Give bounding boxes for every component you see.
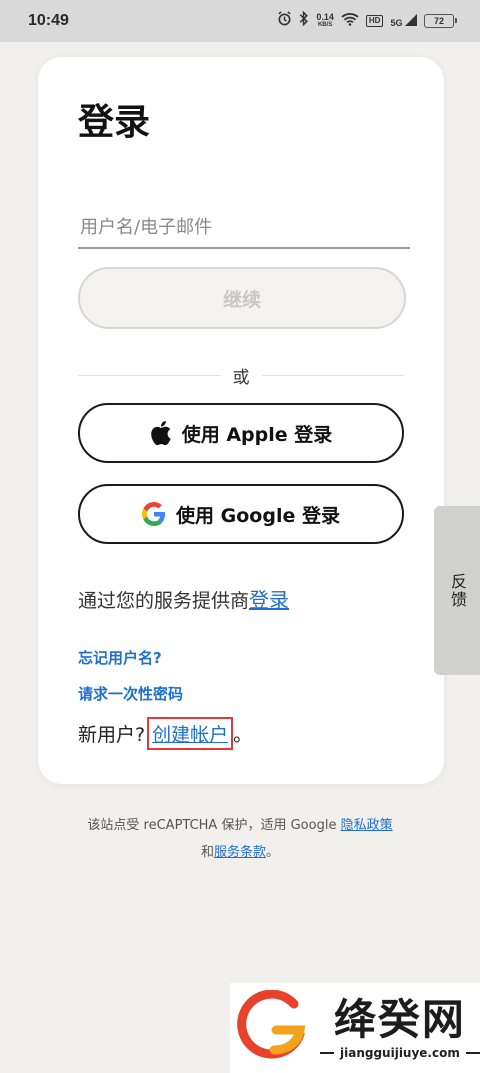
recaptcha-line-1: 该站点受 reCAPTCHA 保护，适用 Google 隐私政策 — [0, 812, 480, 839]
watermark-bar-left — [320, 1052, 334, 1054]
alarm-icon — [277, 11, 292, 31]
recaptcha-period: 。 — [266, 845, 280, 860]
recaptcha-text: 该站点受 reCAPTCHA 保护，适用 Google — [87, 818, 341, 833]
create-account-link[interactable]: 创建帐户 — [152, 724, 228, 746]
new-user-suffix: 。 — [233, 724, 253, 746]
divider-line-right — [261, 374, 404, 376]
new-user-text: 新用户? — [78, 724, 146, 746]
apple-signin-button[interactable]: 使用 Apple 登录 — [78, 403, 404, 463]
continue-button[interactable]: 继续 — [78, 267, 406, 329]
privacy-policy-link[interactable]: 隐私政策 — [341, 818, 393, 833]
apple-icon — [150, 420, 172, 446]
signal-label: 5G — [390, 18, 403, 28]
hd-icon: HD — [365, 15, 384, 27]
feedback-label: 反馈 — [448, 572, 467, 609]
page-title: 登录 — [78, 102, 151, 143]
status-bar: 10:49 0.14 KB/S HD 5G 72 — [0, 0, 480, 42]
new-user-row: 新用户? 创建帐户 。 — [78, 717, 252, 750]
watermark-url-row: jiangguijiuye.com — [320, 1046, 480, 1060]
network-speed: 0.14 KB/S — [316, 13, 334, 29]
forgot-username-link[interactable]: 忘记用户名? — [78, 647, 162, 668]
battery-icon: 72 — [424, 14, 457, 28]
or-label: 或 — [232, 367, 250, 388]
google-signin-label: 使用 Google 登录 — [176, 504, 340, 527]
request-otp-link[interactable]: 请求一次性密码 — [78, 683, 183, 704]
status-icons: 0.14 KB/S HD 5G 72 — [277, 10, 457, 31]
site-watermark: 绛癸网 jiangguijiuye.com — [230, 983, 480, 1073]
google-icon — [142, 502, 166, 526]
bluetooth-icon — [299, 10, 309, 31]
watermark-url: jiangguijiuye.com — [340, 1046, 460, 1060]
watermark-text: 绛癸网 jiangguijiuye.com — [320, 996, 480, 1060]
provider-signin-link[interactable]: 登录 — [249, 588, 289, 612]
recaptcha-line-2: 和服务条款。 — [0, 839, 480, 866]
recaptcha-and: 和 — [200, 845, 214, 860]
recaptcha-notice: 该站点受 reCAPTCHA 保护，适用 Google 隐私政策 和服务条款。 — [0, 812, 480, 866]
login-card: 登录 继续 或 使用 Apple 登录 使用 Google 登录 通过您的服务提… — [38, 57, 444, 784]
wifi-icon — [341, 12, 359, 31]
provider-signin-text: 通过您的服务提供商 — [78, 590, 250, 612]
provider-signin-row: 通过您的服务提供商登录 — [78, 584, 289, 613]
watermark-title: 绛癸网 — [333, 995, 466, 1044]
google-signin-button[interactable]: 使用 Google 登录 — [78, 484, 404, 544]
network-speed-unit: KB/S — [317, 22, 333, 28]
feedback-tab[interactable]: 反馈 — [434, 506, 480, 675]
or-divider: 或 — [78, 363, 404, 388]
apple-signin-label: 使用 Apple 登录 — [181, 423, 333, 446]
signal-icon: 5G — [390, 14, 417, 28]
status-time: 10:49 — [28, 12, 69, 29]
username-input[interactable] — [78, 207, 410, 247]
create-account-highlight: 创建帐户 — [147, 717, 234, 750]
network-speed-value: 0.14 — [316, 12, 334, 22]
battery-level: 72 — [433, 16, 444, 26]
watermark-logo-icon — [236, 989, 308, 1066]
divider-line-left — [78, 374, 221, 376]
watermark-bar-right — [465, 1052, 480, 1054]
username-field-wrapper — [78, 207, 410, 249]
terms-of-service-link[interactable]: 服务条款 — [214, 845, 266, 860]
